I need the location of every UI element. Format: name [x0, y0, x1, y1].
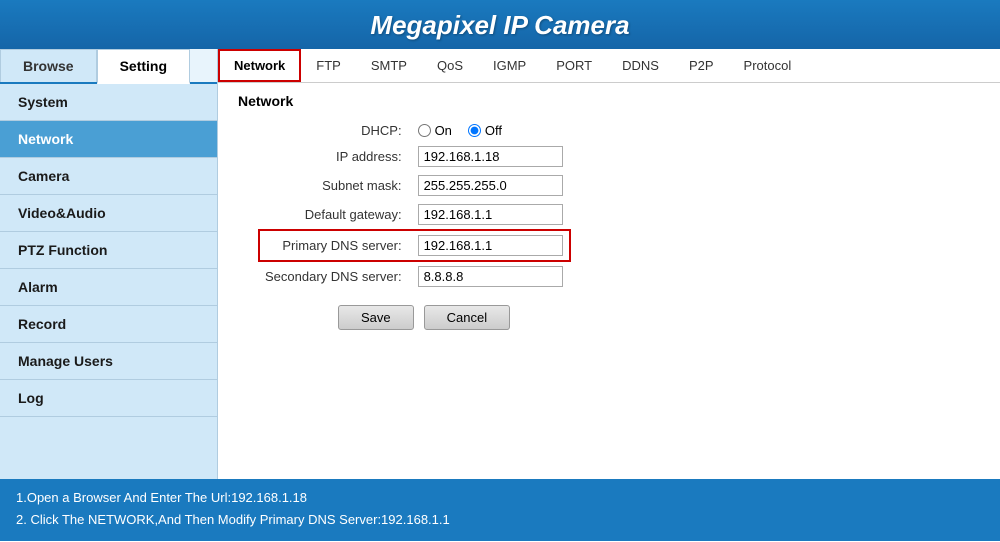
default-gateway-field[interactable] — [412, 200, 570, 230]
default-gateway-input[interactable] — [418, 204, 563, 225]
section-title: Network — [238, 93, 980, 109]
sub-nav-protocol[interactable]: Protocol — [729, 50, 807, 81]
sub-nav-smtp[interactable]: SMTP — [356, 50, 422, 81]
subnet-mask-input[interactable] — [418, 175, 563, 196]
dhcp-label: DHCP: — [259, 119, 412, 142]
footer-line2: 2. Click The NETWORK,And Then Modify Pri… — [16, 509, 984, 531]
sidebar-item-camera[interactable]: Camera — [0, 158, 217, 195]
sidebar-item-video-audio[interactable]: Video&Audio — [0, 195, 217, 232]
sub-nav-network[interactable]: Network — [218, 49, 301, 82]
subnet-mask-field[interactable] — [412, 171, 570, 200]
dhcp-on-text: On — [435, 123, 452, 138]
primary-dns-field[interactable] — [412, 230, 570, 261]
sidebar: Browse Setting System Network Camera Vid… — [0, 49, 218, 479]
sidebar-item-record[interactable]: Record — [0, 306, 217, 343]
sidebar-item-manage-users[interactable]: Manage Users — [0, 343, 217, 380]
ip-address-label: IP address: — [259, 142, 412, 171]
primary-dns-label: Primary DNS server: — [259, 230, 412, 261]
primary-dns-input[interactable] — [418, 235, 563, 256]
sub-nav-igmp[interactable]: IGMP — [478, 50, 541, 81]
sub-nav-bar: Network FTP SMTP QoS IGMP PORT DDNS P2P … — [218, 49, 1000, 83]
sub-nav-p2p[interactable]: P2P — [674, 50, 729, 81]
sub-nav-port[interactable]: PORT — [541, 50, 607, 81]
cancel-button[interactable]: Cancel — [424, 305, 510, 330]
dhcp-field: On Off — [412, 119, 570, 142]
default-gateway-label: Default gateway: — [259, 200, 412, 230]
network-form-table: DHCP: On Off — [258, 119, 571, 291]
app-title: Megapixel IP Camera — [0, 10, 1000, 41]
app-header: Megapixel IP Camera — [0, 0, 1000, 49]
sub-nav-qos[interactable]: QoS — [422, 50, 478, 81]
ip-address-input[interactable] — [418, 146, 563, 167]
dhcp-on-radio[interactable] — [418, 124, 431, 137]
dhcp-on-label[interactable]: On — [418, 123, 452, 138]
save-button[interactable]: Save — [338, 305, 414, 330]
primary-dns-row: Primary DNS server: — [259, 230, 570, 261]
form-buttons: Save Cancel — [338, 305, 980, 330]
dhcp-off-radio[interactable] — [468, 124, 481, 137]
sub-nav-ftp[interactable]: FTP — [301, 50, 356, 81]
dhcp-off-label[interactable]: Off — [468, 123, 502, 138]
main-tab-row: Browse Setting — [0, 49, 217, 84]
sub-nav-ddns[interactable]: DDNS — [607, 50, 674, 81]
sidebar-item-log[interactable]: Log — [0, 380, 217, 417]
dhcp-off-text: Off — [485, 123, 502, 138]
sidebar-item-network[interactable]: Network — [0, 121, 217, 158]
network-form-section: Network DHCP: On Off — [218, 83, 1000, 340]
sidebar-item-alarm[interactable]: Alarm — [0, 269, 217, 306]
subnet-mask-label: Subnet mask: — [259, 171, 412, 200]
main-content: Network FTP SMTP QoS IGMP PORT DDNS P2P … — [218, 49, 1000, 479]
footer-bar: 1.Open a Browser And Enter The Url:192.1… — [0, 479, 1000, 541]
tab-browse[interactable]: Browse — [0, 49, 97, 82]
ip-address-field[interactable] — [412, 142, 570, 171]
secondary-dns-field[interactable] — [412, 261, 570, 291]
secondary-dns-label: Secondary DNS server: — [259, 261, 412, 291]
sidebar-item-system[interactable]: System — [0, 84, 217, 121]
sidebar-item-ptz-function[interactable]: PTZ Function — [0, 232, 217, 269]
footer-line1: 1.Open a Browser And Enter The Url:192.1… — [16, 487, 984, 509]
secondary-dns-input[interactable] — [418, 266, 563, 287]
dhcp-radio-group: On Off — [418, 123, 564, 138]
tab-setting[interactable]: Setting — [97, 49, 190, 84]
